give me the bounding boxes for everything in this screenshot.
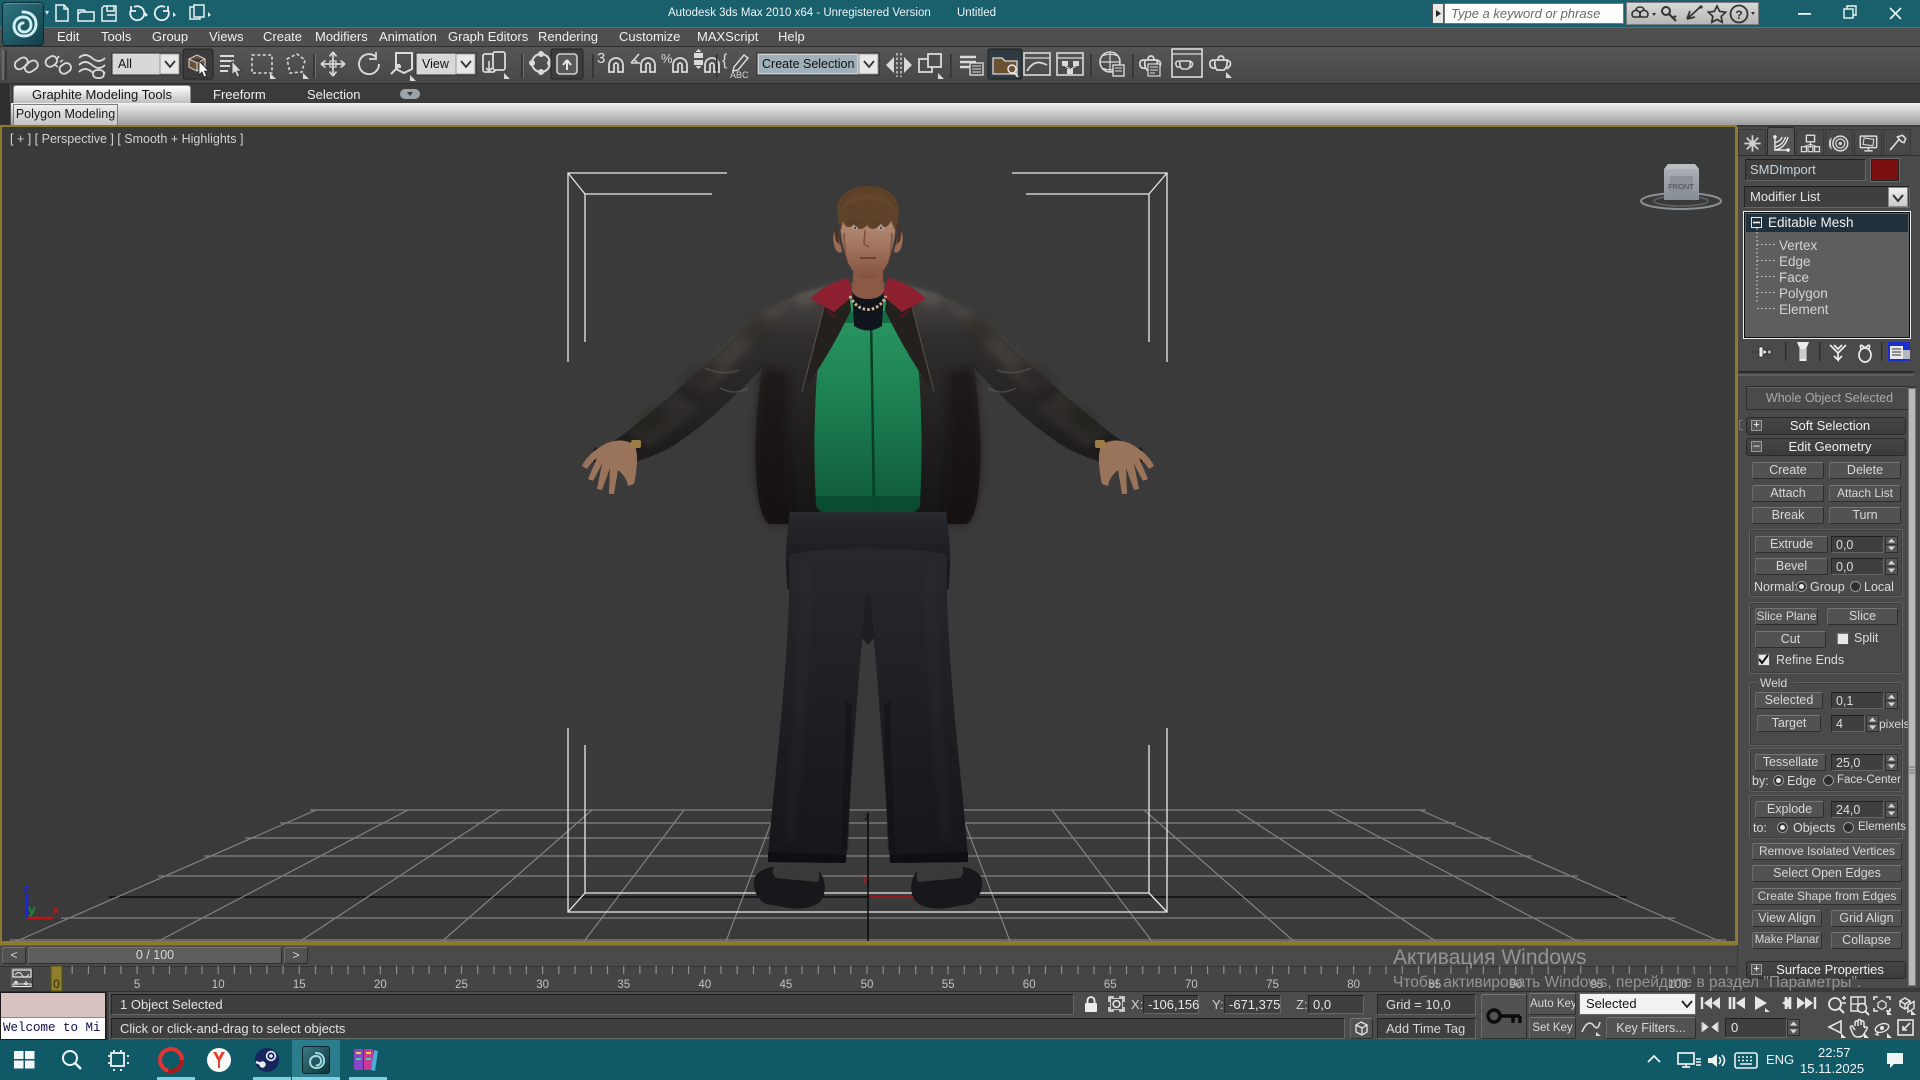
svg-text:5: 5 (134, 979, 140, 991)
svg-text:x: x (52, 903, 60, 918)
svg-text:{: { (722, 52, 728, 69)
svg-text:60: 60 (1023, 979, 1036, 991)
svg-text:?: ? (1735, 8, 1742, 22)
svg-text:55: 55 (942, 979, 955, 991)
svg-text:80: 80 (1347, 979, 1360, 991)
svg-text:15: 15 (293, 979, 306, 991)
svg-text:ABC: ABC (730, 70, 749, 80)
svg-text:y: y (28, 903, 36, 918)
svg-text:70: 70 (1185, 979, 1198, 991)
svg-text:All: All (118, 57, 132, 71)
svg-text:25: 25 (455, 979, 468, 991)
svg-text:%: % (661, 51, 673, 66)
svg-text:z: z (22, 881, 30, 896)
svg-text:0: 0 (53, 977, 60, 991)
svg-text:y: y (862, 875, 868, 886)
svg-text:40: 40 (698, 979, 711, 991)
svg-text:75: 75 (1266, 979, 1279, 991)
svg-text:Create Selection Se: Create Selection Se (762, 57, 873, 71)
svg-text:3: 3 (597, 50, 605, 67)
svg-text:30: 30 (536, 979, 549, 991)
svg-text:20: 20 (374, 979, 387, 991)
svg-text:65: 65 (1104, 979, 1117, 991)
svg-text:z: z (864, 813, 870, 824)
svg-text:50: 50 (861, 979, 874, 991)
svg-text:45: 45 (780, 979, 793, 991)
svg-text:View: View (422, 57, 450, 71)
svg-text:10: 10 (212, 979, 225, 991)
svg-text:35: 35 (617, 979, 630, 991)
svg-text:FRONT: FRONT (1668, 182, 1694, 191)
